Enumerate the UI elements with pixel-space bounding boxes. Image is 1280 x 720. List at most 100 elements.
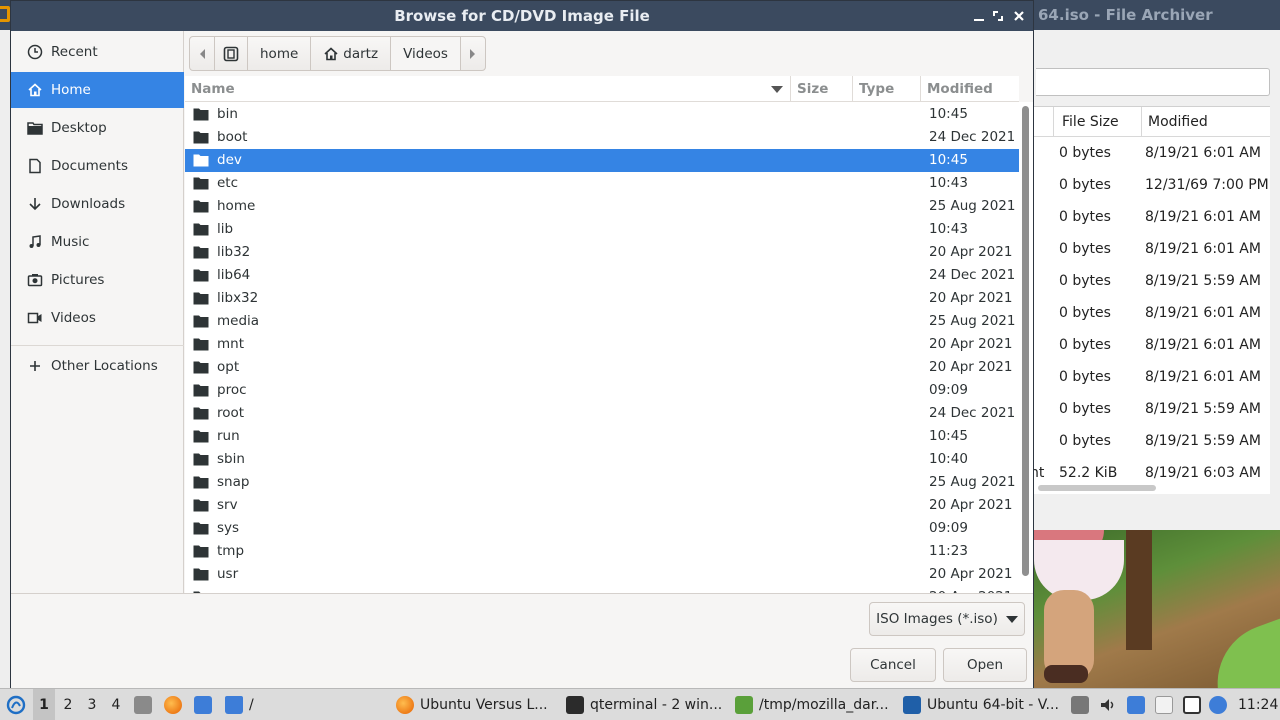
file-row[interactable]: dev 10:45 bbox=[185, 149, 1019, 172]
home-icon bbox=[27, 82, 43, 98]
archive-row[interactable]: 0 bytes 8/19/21 6:01 AM bbox=[1034, 233, 1270, 265]
terminal-icon bbox=[566, 696, 584, 714]
archive-row[interactable]: 0 bytes 8/19/21 6:01 AM bbox=[1034, 297, 1270, 329]
file-list[interactable]: Name Size Type Modified bin 10:45 boot 24 D… bbox=[185, 76, 1019, 593]
file-row[interactable]: etc 10:43 bbox=[185, 172, 1019, 195]
sidebar-item-pictures[interactable]: Pictures bbox=[11, 262, 184, 298]
taskbar-task[interactable]: Ubuntu Versus L... bbox=[396, 689, 548, 720]
file-row[interactable]: var20 Apr 2021 bbox=[185, 586, 1019, 593]
sidebar-item-music[interactable]: Music bbox=[11, 224, 184, 260]
close-icon[interactable] bbox=[1010, 7, 1028, 25]
archive-row[interactable]: 0 bytes 8/19/21 5:59 AM bbox=[1034, 425, 1270, 457]
folder-icon bbox=[193, 475, 209, 489]
screen-icon[interactable] bbox=[1183, 696, 1201, 714]
volume-icon[interactable] bbox=[1099, 696, 1117, 714]
workspace-4[interactable]: 4 bbox=[105, 689, 127, 720]
archive-row[interactable]: 0 bytes 8/19/21 6:01 AM bbox=[1034, 361, 1270, 393]
file-list-scrollbar-thumb[interactable] bbox=[1022, 106, 1029, 576]
file-row[interactable]: media 25 Aug 2021 bbox=[185, 310, 1019, 333]
archive-row[interactable]: 0 bytes 8/19/21 6:01 AM bbox=[1034, 329, 1270, 361]
file-row[interactable]: bin 10:45 bbox=[185, 103, 1019, 126]
file-row[interactable]: usr 20 Apr 2021 bbox=[185, 563, 1019, 586]
col-name-partial[interactable] bbox=[1034, 107, 1054, 137]
file-row[interactable]: snap 25 Aug 2021 bbox=[185, 471, 1019, 494]
file-row[interactable]: lib 10:43 bbox=[185, 218, 1019, 241]
clipboard-tray-icon[interactable] bbox=[1071, 696, 1089, 714]
taskbar-task[interactable]: Ubuntu 64-bit - V... bbox=[903, 689, 1059, 720]
firefox-launcher[interactable] bbox=[164, 689, 182, 720]
open-button[interactable]: Open bbox=[943, 648, 1027, 682]
sidebar-item-label: Desktop bbox=[51, 120, 107, 136]
clock[interactable]: 11:24 bbox=[1238, 689, 1278, 720]
file-modified: 20 Apr 2021 bbox=[929, 290, 1013, 306]
file-row[interactable]: proc 09:09 bbox=[185, 379, 1019, 402]
sidebar-item-videos[interactable]: Videos bbox=[11, 300, 184, 336]
network-icon[interactable] bbox=[1127, 696, 1145, 714]
file-row[interactable]: tmp 11:23 bbox=[185, 540, 1019, 563]
folder-icon bbox=[193, 521, 209, 535]
sidebar-item-desktop[interactable]: Desktop bbox=[11, 110, 184, 146]
taskbar-task-label: /tmp/mozilla_dar... bbox=[759, 697, 889, 713]
sidebar-item-downloads[interactable]: Downloads bbox=[11, 186, 184, 222]
path-segment-videos[interactable]: Videos bbox=[390, 36, 461, 71]
dialog-titlebar[interactable]: Browse for CD/DVD Image File bbox=[11, 1, 1033, 31]
path-root-button[interactable] bbox=[214, 36, 248, 71]
file-row[interactable]: libx32 20 Apr 2021 bbox=[185, 287, 1019, 310]
show-desktop-button[interactable] bbox=[134, 689, 152, 720]
workspace-3[interactable]: 3 bbox=[81, 689, 103, 720]
file-row[interactable]: boot 24 Dec 2021 bbox=[185, 126, 1019, 149]
file-type-filter-dropdown[interactable]: ISO Images (*.iso) bbox=[869, 602, 1025, 636]
file-row[interactable]: opt 20 Apr 2021 bbox=[185, 356, 1019, 379]
file-chooser-dialog[interactable]: Browse for CD/DVD Image File Recent Home D… bbox=[10, 0, 1034, 688]
archive-row[interactable]: 0 bytes 8/19/21 6:01 AM bbox=[1034, 201, 1270, 233]
file-row[interactable]: home 25 Aug 2021 bbox=[185, 195, 1019, 218]
sidebar-item-recent[interactable]: Recent bbox=[11, 34, 184, 70]
col-modified[interactable]: Modified bbox=[1142, 107, 1270, 137]
file-row[interactable]: lib64 24 Dec 2021 bbox=[185, 264, 1019, 287]
file-name: opt bbox=[217, 359, 240, 375]
taskbar-task[interactable]: /tmp/mozilla_dar... bbox=[735, 689, 889, 720]
file-row[interactable]: lib32 20 Apr 2021 bbox=[185, 241, 1019, 264]
start-menu-button[interactable] bbox=[4, 689, 28, 720]
file-row[interactable]: mnt 20 Apr 2021 bbox=[185, 333, 1019, 356]
notification-icon[interactable] bbox=[1209, 696, 1227, 714]
sidebar-item-home[interactable]: Home bbox=[11, 72, 184, 108]
path-segment-home[interactable]: home bbox=[247, 36, 312, 71]
column-type[interactable]: Type bbox=[853, 76, 921, 102]
column-modified[interactable]: Modified bbox=[921, 76, 1019, 102]
file-archiver-location-bar[interactable] bbox=[1036, 68, 1270, 96]
sidebar-item-documents[interactable]: Documents bbox=[11, 148, 184, 184]
file-archiver-window[interactable]: 64.iso - File Archiver File Size Modifie… bbox=[1034, 0, 1280, 530]
file-row[interactable]: sys 09:09 bbox=[185, 517, 1019, 540]
camera-icon bbox=[27, 272, 43, 288]
file-name: snap bbox=[217, 474, 250, 490]
file-archiver-list[interactable]: File Size Modified 0 bytes 8/19/21 6:01 A… bbox=[1034, 106, 1270, 494]
taskbar-task[interactable]: qterminal - 2 win... bbox=[566, 689, 722, 720]
sort-descending-icon[interactable] bbox=[771, 86, 783, 93]
path-segment-dartz[interactable]: dartz bbox=[310, 36, 392, 71]
col-file-size[interactable]: File Size bbox=[1054, 107, 1142, 137]
file-row[interactable]: srv 20 Apr 2021 bbox=[185, 494, 1019, 517]
column-size[interactable]: Size bbox=[791, 76, 853, 102]
file-archiver-hscroll[interactable] bbox=[1038, 485, 1156, 491]
folder-launcher[interactable]: / bbox=[225, 689, 254, 720]
archive-row[interactable]: 0 bytes 8/19/21 6:01 AM bbox=[1034, 137, 1270, 169]
cancel-button[interactable]: Cancel bbox=[850, 648, 936, 682]
workspace-2[interactable]: 2 bbox=[57, 689, 79, 720]
file-row[interactable]: root 24 Dec 2021 bbox=[185, 402, 1019, 425]
notes-icon[interactable] bbox=[1155, 696, 1173, 714]
file-row[interactable]: sbin 10:40 bbox=[185, 448, 1019, 471]
archive-row[interactable]: 0 bytes 12/31/69 7:00 PM bbox=[1034, 169, 1270, 201]
sidebar-item-other-locations[interactable]: Other Locations bbox=[11, 348, 184, 384]
maximize-icon[interactable] bbox=[989, 7, 1007, 25]
column-name[interactable]: Name bbox=[185, 76, 791, 102]
minimize-icon[interactable] bbox=[970, 7, 988, 25]
archive-row[interactable]: 0 bytes 8/19/21 5:59 AM bbox=[1034, 393, 1270, 425]
path-forward-button[interactable] bbox=[459, 36, 486, 71]
filemanager-launcher[interactable] bbox=[194, 689, 212, 720]
file-row[interactable]: run 10:45 bbox=[185, 425, 1019, 448]
archive-row[interactable]: 0 bytes 8/19/21 5:59 AM bbox=[1034, 265, 1270, 297]
workspace-1[interactable]: 1 bbox=[33, 689, 55, 720]
sidebar-item-label: Pictures bbox=[51, 272, 105, 288]
path-back-button[interactable] bbox=[189, 36, 215, 71]
